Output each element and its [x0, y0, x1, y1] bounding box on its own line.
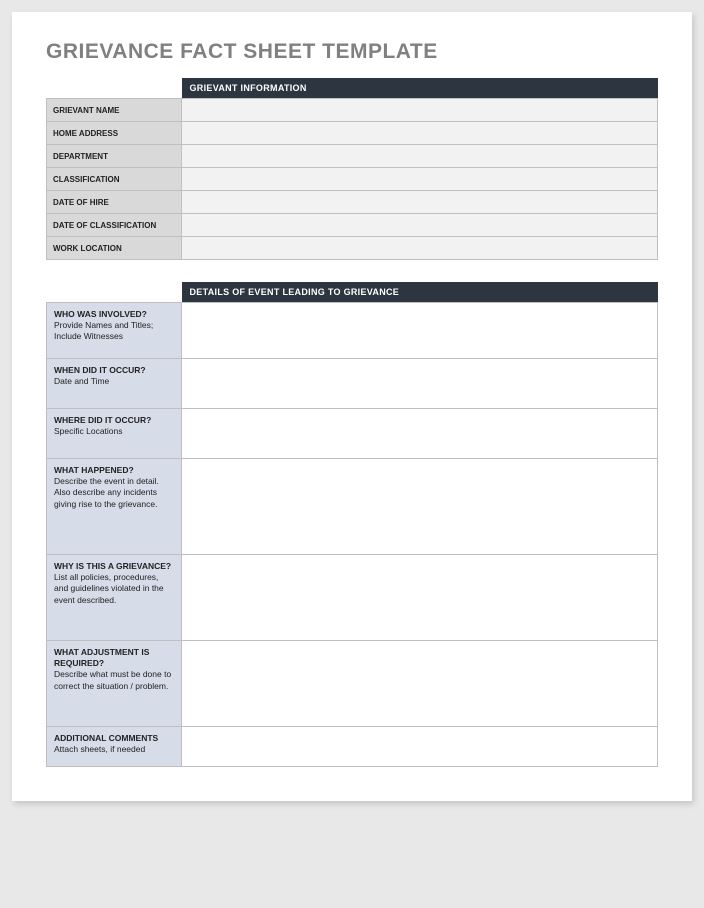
value-when[interactable] — [182, 358, 658, 408]
label-date-of-hire: DATE OF HIRE — [47, 191, 182, 214]
hint-what: Describe the event in detail. Also descr… — [54, 476, 174, 510]
row-who: WHO WAS INVOLVED? Provide Names and Titl… — [47, 302, 658, 358]
hint-adjust: Describe what must be done to correct th… — [54, 669, 174, 692]
header-blank — [47, 78, 182, 99]
hint-why: List all policies, procedures, and guide… — [54, 572, 174, 606]
label-why: WHY IS THIS A GRIEVANCE? List all polici… — [47, 554, 182, 640]
row-what: WHAT HAPPENED? Describe the event in det… — [47, 458, 658, 554]
value-department[interactable] — [182, 145, 658, 168]
value-why[interactable] — [182, 554, 658, 640]
page-title: GRIEVANCE FACT SHEET TEMPLATE — [46, 40, 658, 64]
value-where[interactable] — [182, 408, 658, 458]
question-comments: ADDITIONAL COMMENTS — [54, 733, 174, 744]
value-what[interactable] — [182, 458, 658, 554]
value-who[interactable] — [182, 302, 658, 358]
label-date-of-classification: DATE OF CLASSIFICATION — [47, 214, 182, 237]
section-header-details: DETAILS OF EVENT LEADING TO GRIEVANCE — [47, 282, 658, 303]
value-date-of-hire[interactable] — [182, 191, 658, 214]
row-work-location: WORK LOCATION — [47, 237, 658, 260]
value-grievant-name[interactable] — [182, 99, 658, 122]
question-what: WHAT HAPPENED? — [54, 465, 174, 476]
value-date-of-classification[interactable] — [182, 214, 658, 237]
label-when: WHEN DID IT OCCUR? Date and Time — [47, 358, 182, 408]
value-classification[interactable] — [182, 168, 658, 191]
row-why: WHY IS THIS A GRIEVANCE? List all polici… — [47, 554, 658, 640]
question-why: WHY IS THIS A GRIEVANCE? — [54, 561, 174, 572]
label-home-address: HOME ADDRESS — [47, 122, 182, 145]
row-classification: CLASSIFICATION — [47, 168, 658, 191]
value-comments[interactable] — [182, 726, 658, 766]
row-date-of-classification: DATE OF CLASSIFICATION — [47, 214, 658, 237]
label-where: WHERE DID IT OCCUR? Specific Locations — [47, 408, 182, 458]
row-home-address: HOME ADDRESS — [47, 122, 658, 145]
label-work-location: WORK LOCATION — [47, 237, 182, 260]
label-comments: ADDITIONAL COMMENTS Attach sheets, if ne… — [47, 726, 182, 766]
value-adjust[interactable] — [182, 640, 658, 726]
label-what: WHAT HAPPENED? Describe the event in det… — [47, 458, 182, 554]
row-department: DEPARTMENT — [47, 145, 658, 168]
label-department: DEPARTMENT — [47, 145, 182, 168]
header-text: DETAILS OF EVENT LEADING TO GRIEVANCE — [182, 282, 658, 303]
label-adjust: WHAT ADJUSTMENT IS REQUIRED? Describe wh… — [47, 640, 182, 726]
label-classification: CLASSIFICATION — [47, 168, 182, 191]
question-when: WHEN DID IT OCCUR? — [54, 365, 174, 376]
hint-comments: Attach sheets, if needed — [54, 744, 174, 755]
row-when: WHEN DID IT OCCUR? Date and Time — [47, 358, 658, 408]
hint-when: Date and Time — [54, 376, 174, 387]
row-grievant-name: GRIEVANT NAME — [47, 99, 658, 122]
hint-who: Provide Names and Titles; Include Witnes… — [54, 320, 174, 343]
section-header-grievant-info: GRIEVANT INFORMATION — [47, 78, 658, 99]
header-text: GRIEVANT INFORMATION — [182, 78, 658, 99]
label-grievant-name: GRIEVANT NAME — [47, 99, 182, 122]
value-work-location[interactable] — [182, 237, 658, 260]
row-adjust: WHAT ADJUSTMENT IS REQUIRED? Describe wh… — [47, 640, 658, 726]
question-adjust: WHAT ADJUSTMENT IS REQUIRED? — [54, 647, 174, 670]
header-blank — [47, 282, 182, 303]
row-date-of-hire: DATE OF HIRE — [47, 191, 658, 214]
grievant-info-table: GRIEVANT INFORMATION GRIEVANT NAME HOME … — [46, 78, 658, 767]
row-where: WHERE DID IT OCCUR? Specific Locations — [47, 408, 658, 458]
row-comments: ADDITIONAL COMMENTS Attach sheets, if ne… — [47, 726, 658, 766]
label-who: WHO WAS INVOLVED? Provide Names and Titl… — [47, 302, 182, 358]
document-page: GRIEVANCE FACT SHEET TEMPLATE GRIEVANT I… — [12, 12, 692, 801]
value-home-address[interactable] — [182, 122, 658, 145]
hint-where: Specific Locations — [54, 426, 174, 437]
question-where: WHERE DID IT OCCUR? — [54, 415, 174, 426]
question-who: WHO WAS INVOLVED? — [54, 309, 174, 320]
